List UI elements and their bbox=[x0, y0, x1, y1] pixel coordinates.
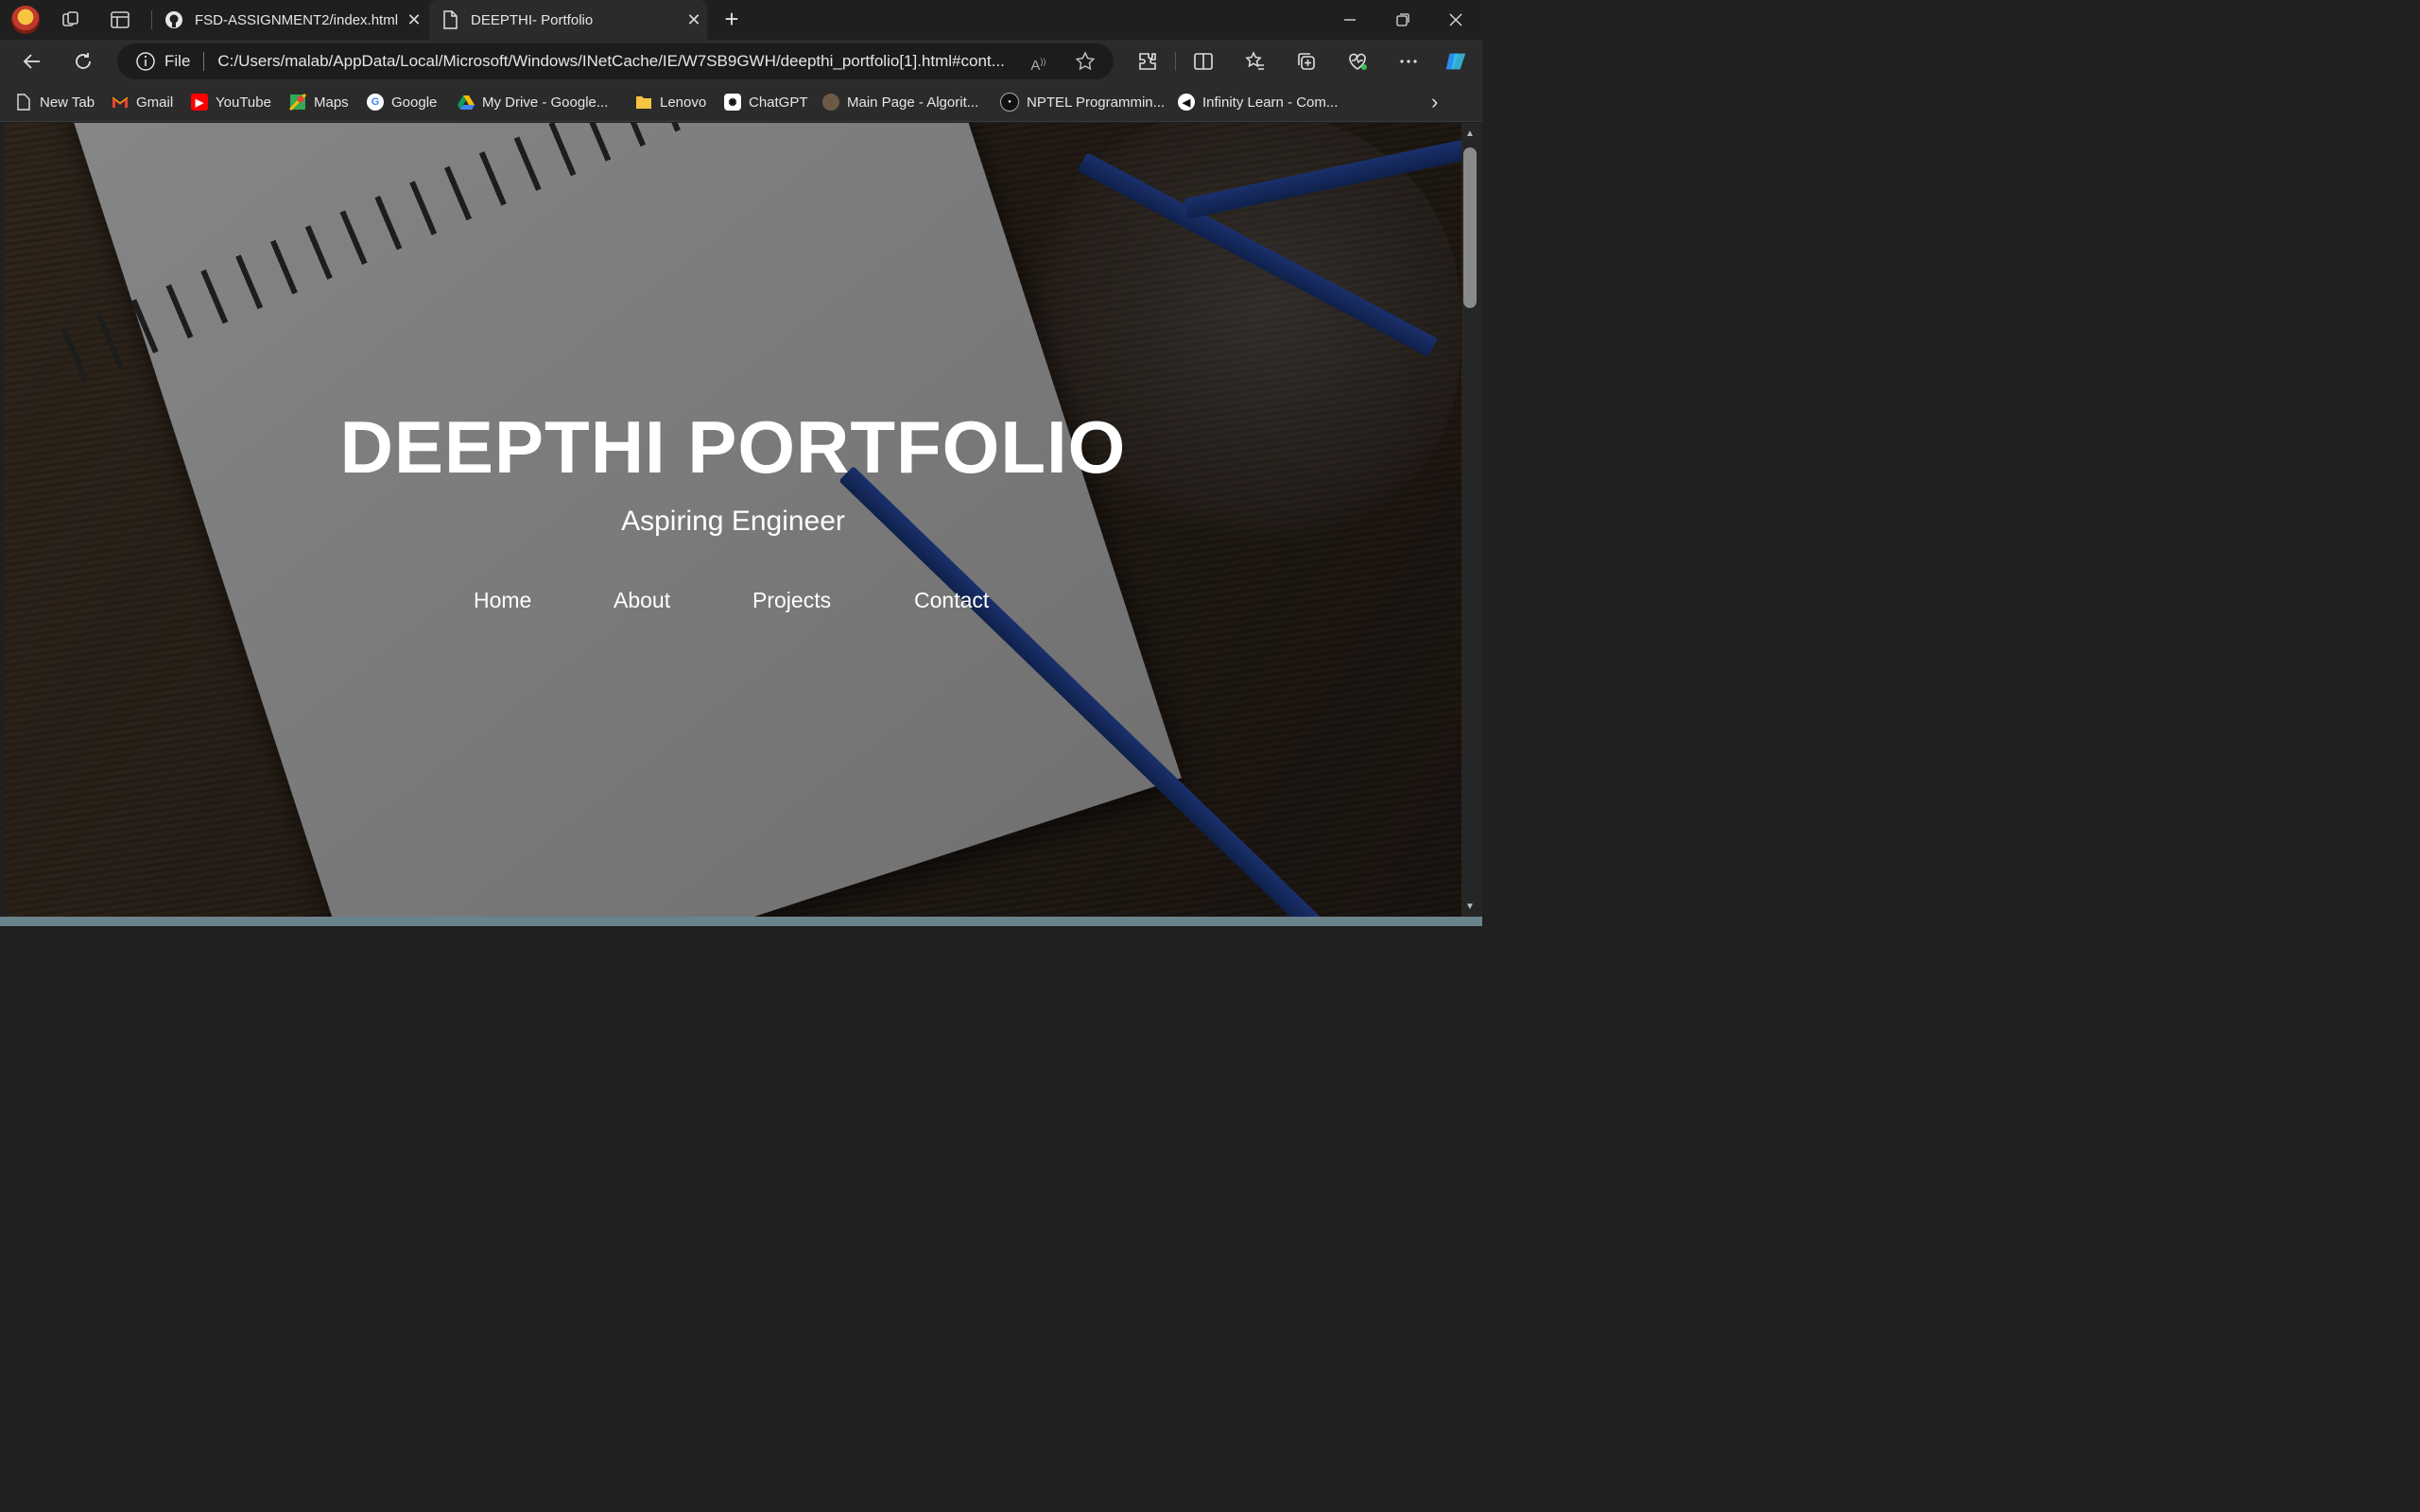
bookmark-algorithm[interactable]: Main Page - Algorit... bbox=[822, 92, 978, 112]
page-subtitle: Aspiring Engineer bbox=[621, 506, 845, 537]
more-options-icon[interactable] bbox=[1395, 48, 1422, 75]
bookmark-my-drive[interactable]: My Drive - Google... bbox=[458, 92, 608, 112]
bookmark-youtube[interactable]: ▶ YouTube bbox=[191, 92, 271, 112]
toolbar-divider bbox=[1175, 52, 1176, 71]
bookmark-nptel[interactable]: ● NPTEL Programmin... bbox=[1000, 92, 1165, 112]
bookmark-label: Google bbox=[391, 94, 438, 111]
refresh-button[interactable] bbox=[70, 48, 96, 75]
tab-fsd-assignment[interactable]: FSD-ASSIGNMENT2/index.html a ✕ bbox=[153, 0, 427, 40]
bookmark-label: ChatGPT bbox=[749, 94, 808, 111]
bookmark-maps[interactable]: Maps bbox=[289, 92, 349, 112]
bookmark-label: Infinity Learn - Com... bbox=[1202, 94, 1339, 111]
tab-title: FSD-ASSIGNMENT2/index.html a bbox=[195, 11, 401, 28]
nav-link-home[interactable]: Home bbox=[474, 586, 531, 614]
main-nav: Home About Projects Contact bbox=[5, 586, 1461, 614]
scrollbar-thumb[interactable] bbox=[1463, 147, 1477, 308]
address-bar[interactable]: File C:/Users/malab/AppData/Local/Micros… bbox=[117, 43, 1114, 79]
window-bottom-edge bbox=[0, 917, 1482, 926]
workspaces-icon[interactable] bbox=[60, 9, 81, 30]
google-icon: G bbox=[367, 94, 384, 111]
bookmarks-bar: New Tab Gmail ▶ YouTube Maps G Google My… bbox=[0, 83, 1482, 122]
bookmark-chatgpt[interactable]: ✺ ChatGPT bbox=[724, 92, 808, 112]
bookmark-gmail[interactable]: Gmail bbox=[112, 92, 173, 112]
close-tab-icon[interactable]: ✕ bbox=[401, 10, 427, 30]
new-tab-button[interactable]: + bbox=[718, 6, 745, 32]
page-icon bbox=[15, 94, 32, 111]
browser-essentials-icon[interactable] bbox=[1344, 48, 1371, 75]
tab-deepthi-portfolio[interactable]: DEEPTHI- Portfolio ✕ bbox=[429, 0, 707, 40]
site-scheme-label[interactable]: File bbox=[164, 52, 190, 71]
algorithm-icon bbox=[822, 94, 839, 111]
copilot-icon[interactable] bbox=[1443, 48, 1469, 75]
nptel-icon: ● bbox=[1000, 93, 1019, 112]
address-divider bbox=[203, 52, 205, 71]
close-tab-icon[interactable]: ✕ bbox=[681, 10, 707, 30]
gmail-icon bbox=[112, 94, 129, 111]
nav-link-contact[interactable]: Contact bbox=[914, 586, 989, 614]
folder-icon bbox=[635, 94, 652, 111]
page-title: DEEPTHI PORTFOLIO bbox=[339, 405, 1127, 489]
hero-section: DEEPTHI PORTFOLIO Aspiring Engineer Home… bbox=[5, 123, 1461, 917]
collections-icon[interactable] bbox=[1293, 48, 1320, 75]
bookmark-label: Main Page - Algorit... bbox=[847, 94, 979, 111]
bookmark-label: NPTEL Programmin... bbox=[1027, 94, 1166, 111]
bookmark-google[interactable]: G Google bbox=[367, 92, 437, 112]
extensions-icon[interactable] bbox=[1134, 48, 1161, 75]
scroll-up-arrow-icon[interactable]: ▲ bbox=[1463, 129, 1477, 142]
bookmark-label: Maps bbox=[314, 94, 349, 111]
restore-button[interactable] bbox=[1376, 0, 1429, 40]
nav-link-projects[interactable]: Projects bbox=[752, 586, 831, 614]
tab-strip: FSD-ASSIGNMENT2/index.html a ✕ DEEPTHI- … bbox=[0, 0, 1482, 40]
tab-separator bbox=[151, 10, 152, 29]
favorite-star-icon[interactable] bbox=[1074, 50, 1097, 73]
drive-icon bbox=[458, 94, 475, 111]
youtube-icon: ▶ bbox=[191, 94, 208, 111]
info-icon[interactable] bbox=[134, 50, 157, 73]
infinity-learn-icon: ◀ bbox=[1178, 94, 1195, 111]
github-icon bbox=[164, 10, 183, 29]
bookmark-label: Gmail bbox=[136, 94, 174, 111]
bookmark-label: YouTube bbox=[216, 94, 271, 111]
page-viewport: DEEPTHI PORTFOLIO Aspiring Engineer Home… bbox=[5, 123, 1461, 917]
favorites-icon[interactable] bbox=[1242, 48, 1269, 75]
close-window-button[interactable] bbox=[1429, 0, 1482, 40]
back-button[interactable] bbox=[19, 48, 45, 75]
maps-icon bbox=[289, 94, 306, 111]
page-icon bbox=[441, 10, 459, 29]
read-aloud-icon[interactable]: A)) bbox=[1030, 50, 1053, 74]
url-text[interactable]: C:/Users/malab/AppData/Local/Microsoft/W… bbox=[217, 52, 1017, 71]
vertical-tabs-icon[interactable] bbox=[110, 9, 130, 30]
bookmark-label: My Drive - Google... bbox=[482, 94, 609, 111]
nav-link-about[interactable]: About bbox=[614, 586, 670, 614]
scroll-down-arrow-icon[interactable]: ▼ bbox=[1463, 902, 1477, 915]
chatgpt-icon: ✺ bbox=[724, 94, 741, 111]
minimize-button[interactable] bbox=[1323, 0, 1376, 40]
bookmark-lenovo[interactable]: Lenovo bbox=[635, 92, 706, 112]
chevron-right-icon[interactable]: › bbox=[1431, 92, 1450, 112]
split-screen-icon[interactable] bbox=[1190, 48, 1217, 75]
profile-avatar[interactable] bbox=[11, 6, 40, 34]
tab-title: DEEPTHI- Portfolio bbox=[471, 11, 594, 28]
bookmark-infinity-learn[interactable]: ◀ Infinity Learn - Com... bbox=[1178, 92, 1338, 112]
bookmark-label: Lenovo bbox=[660, 94, 707, 111]
bookmark-new-tab[interactable]: New Tab bbox=[15, 92, 95, 112]
bookmark-label: New Tab bbox=[40, 94, 95, 111]
